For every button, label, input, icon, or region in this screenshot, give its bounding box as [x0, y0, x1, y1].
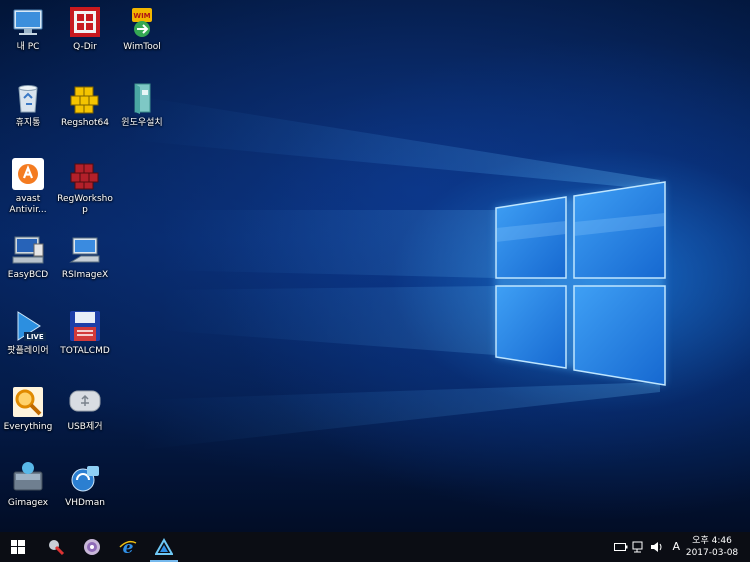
taskbar-app-tools[interactable]	[38, 532, 74, 562]
battery-icon	[614, 543, 628, 551]
triangle-app-icon	[155, 538, 173, 555]
desktop-icon-usb-eject[interactable]: USB제거	[57, 384, 113, 454]
disc-icon	[84, 539, 100, 555]
vhdman-icon	[71, 466, 99, 492]
desktop-icon-label: avast Antivir...	[9, 194, 47, 215]
q-dir-icon	[70, 7, 100, 37]
avast-icon	[12, 158, 44, 190]
easybcd-icon	[12, 236, 44, 264]
rsimagex-icon	[69, 237, 100, 263]
taskbar-app-disc[interactable]	[74, 532, 110, 562]
potplayer-badge: LIVE	[26, 333, 43, 341]
desktop-icon-label: TOTALCMD	[60, 346, 110, 356]
desktop-icon-windows-setup[interactable]: 윈도우설치	[114, 80, 170, 150]
desktop-icon-label: VHDman	[65, 498, 105, 508]
wimtool-badge: WIM	[133, 12, 150, 20]
windows-logo-icon	[11, 540, 25, 554]
network-icon	[632, 541, 643, 553]
regshot-icon	[70, 86, 99, 114]
desktop-icon-label: WimTool	[123, 42, 161, 52]
tray-volume-icon[interactable]	[650, 540, 664, 554]
regworkshop-icon	[70, 163, 99, 190]
desktop-icon-q-dir[interactable]: Q-Dir	[57, 4, 113, 74]
desktop-icon-everything[interactable]: Everything	[0, 384, 56, 454]
start-button[interactable]	[0, 532, 36, 562]
ime-indicator[interactable]: A	[672, 540, 680, 554]
desktop-icon-label: RSImageX	[61, 270, 109, 280]
desktop-icon-regshot[interactable]: Regshot64	[57, 80, 113, 150]
desktop[interactable]: 내 PC 휴지통 avast Antivir... EasyBCD LIVE 팟…	[0, 0, 750, 532]
desktop-icon-this-pc[interactable]: 내 PC	[0, 4, 56, 74]
desktop-icon-easybcd[interactable]: EasyBCD	[0, 232, 56, 302]
desktop-icon-totalcmd[interactable]: TOTALCMD	[57, 308, 113, 378]
tray-battery-icon[interactable]	[614, 540, 628, 554]
desktop-icon-label: EasyBCD	[7, 270, 49, 280]
recycle-bin-icon	[18, 85, 38, 113]
desktop-icon-label: USB제거	[67, 422, 103, 432]
desktop-icon-vhdman[interactable]: VHDman	[57, 460, 113, 530]
tools-icon	[49, 540, 65, 556]
tray-network-icon[interactable]	[632, 540, 646, 554]
internet-explorer-icon: e	[119, 538, 137, 556]
usb-eject-icon	[69, 390, 101, 412]
svg-text:e: e	[123, 538, 134, 556]
windows-setup-icon	[134, 83, 151, 114]
speaker-icon	[651, 542, 662, 552]
desktop-icon-regworkshop[interactable]: RegWorkshop	[57, 156, 113, 226]
desktop-icon-label: 윈도우설치	[121, 118, 163, 128]
desktop-icon-label: 내 PC	[16, 42, 40, 52]
desktop-icon-label: Q-Dir	[73, 42, 97, 52]
this-pc-icon	[13, 9, 43, 35]
desktop-icon-label: Regshot64	[61, 118, 109, 128]
clock-time: 오후 4:46	[692, 536, 732, 546]
desktop-icon-avast[interactable]: avast Antivir...	[0, 156, 56, 226]
desktop-icon-label: Gimagex	[7, 498, 49, 508]
desktop-icon-potplayer[interactable]: LIVE 팟플레이어	[0, 308, 56, 378]
wimtool-icon: WIM	[132, 8, 152, 37]
desktop-icon-label: Everything	[3, 422, 53, 432]
totalcmd-icon	[70, 311, 100, 341]
clock[interactable]: 오후 4:46 2017-03-08	[682, 535, 742, 559]
clock-date: 2017-03-08	[685, 548, 739, 558]
desktop-icon-wimtool[interactable]: WIM WimTool	[114, 4, 170, 74]
taskbar-app-triangle[interactable]	[146, 532, 182, 562]
desktop-icon-label: 팟플레이어	[7, 346, 49, 356]
taskbar-app-ie[interactable]: e	[110, 532, 146, 562]
desktop-icon-label: RegWorkshop	[57, 194, 113, 215]
desktop-icon-rsimagex[interactable]: RSImageX	[57, 232, 113, 302]
potplayer-icon: LIVE	[17, 311, 46, 341]
desktop-icon-label: 휴지통	[15, 118, 41, 128]
desktop-icon-recycle-bin[interactable]: 휴지통	[0, 80, 56, 150]
everything-icon	[13, 387, 43, 417]
taskbar: e A 오후 4:46 2017-03-08	[0, 532, 750, 562]
gimagex-icon	[13, 462, 43, 491]
desktop-icon-gimagex[interactable]: Gimagex	[0, 460, 56, 530]
